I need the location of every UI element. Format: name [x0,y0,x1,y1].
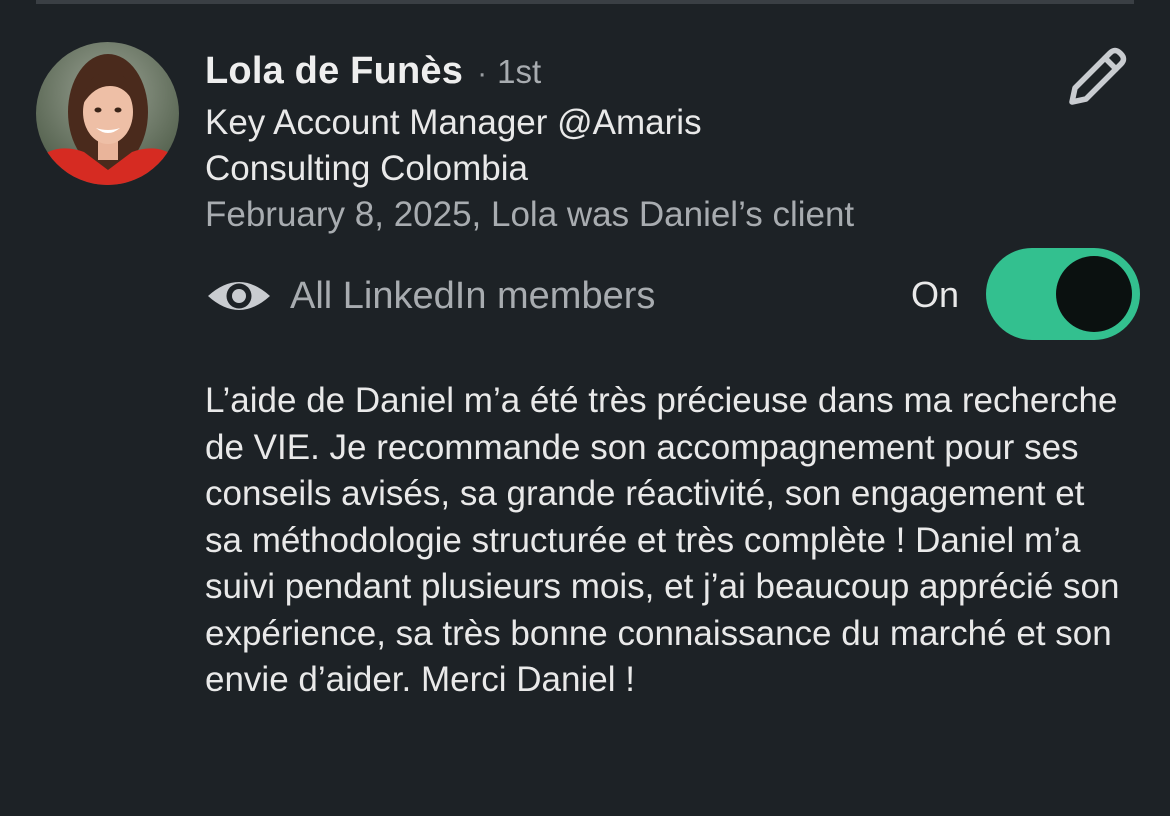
visibility-row: All LinkedIn members [206,270,655,322]
top-divider [36,0,1134,4]
author-headline: Key Account Manager @Amaris Consulting C… [205,103,702,188]
toggle-knob [1056,256,1132,332]
edit-button[interactable] [1064,44,1130,110]
eye-icon [208,282,270,310]
visibility-toggle[interactable] [986,248,1140,340]
connection-degree: 1st [497,53,542,90]
recommendation-header: Lola de Funès · 1st Key Account Manager … [205,50,854,238]
recommendation-text: L’aide de Daniel m’a été très précieuse … [205,381,1120,699]
visibility-label: All LinkedIn members [290,274,656,317]
author-name[interactable]: Lola de Funès [205,50,463,93]
avatar[interactable] [36,42,179,185]
relationship-line: February 8, 2025, Lola was Daniel’s clie… [205,195,855,234]
avatar-photo [36,42,179,185]
toggle-state-label: On [911,274,960,315]
name-row: Lola de Funès · 1st [205,50,854,100]
degree-separator: · [477,57,488,90]
pencil-icon [1069,47,1127,105]
